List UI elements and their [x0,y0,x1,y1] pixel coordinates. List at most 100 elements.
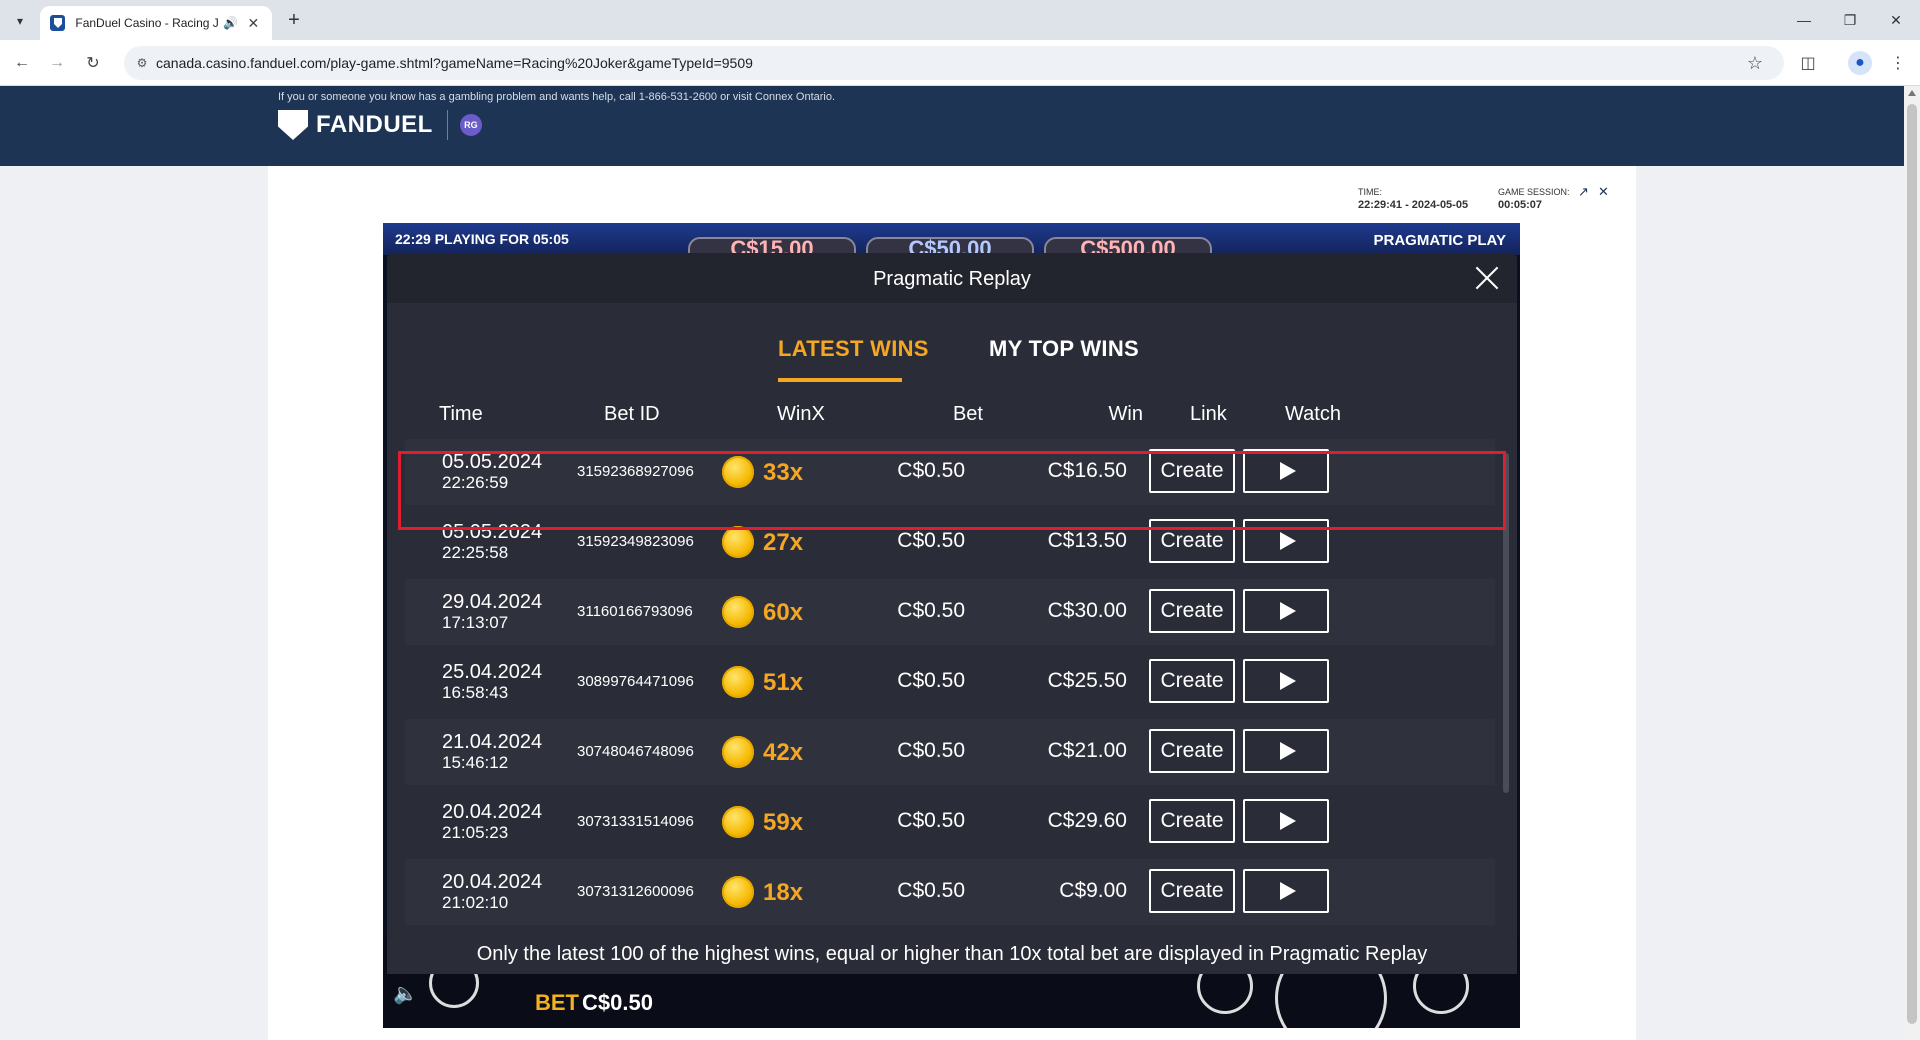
forward-arrow-icon[interactable]: → [45,51,69,75]
row-bet: C$0.50 [897,529,965,552]
row-time: 17:13:07 [442,613,509,632]
create-link-button[interactable]: Create [1149,869,1235,913]
watch-replay-button[interactable] [1243,869,1329,913]
create-link-button[interactable]: Create [1149,589,1235,633]
column-bet-id: Bet ID [604,403,660,425]
window-close-icon[interactable]: ✕ [1876,6,1916,34]
create-link-button[interactable]: Create [1149,449,1235,493]
site-info-icon[interactable]: ⚙ [132,53,152,73]
minimize-icon[interactable]: — [1784,6,1824,34]
coin-icon [722,596,754,628]
row-time: 21:02:10 [442,893,509,912]
play-icon [1279,882,1296,900]
game-session: GAME SESSION: 00:05:07 [1498,186,1570,212]
close-game-icon[interactable]: ✕ [1598,184,1609,200]
row-win: C$16.50 [1047,459,1127,482]
watch-replay-button[interactable] [1243,729,1329,773]
game-session-value: 00:05:07 [1498,199,1543,211]
active-tab-indicator [778,378,902,382]
row-winx: 51x [763,669,804,696]
close-tab-icon[interactable]: ✕ [245,15,262,32]
new-tab-plus-icon[interactable]: + [282,9,306,33]
page-scrollbar[interactable] [1904,86,1920,1040]
scroll-up-arrow-icon[interactable] [1908,90,1916,96]
restore-icon[interactable]: ❐ [1830,6,1870,34]
table-row: 21.04.2024 15:46:12 30748046748096 42x C… [405,719,1495,785]
scroll-thumb[interactable] [1907,104,1917,1024]
row-bet: C$0.50 [897,739,965,762]
tab-search-chevron-icon[interactable]: ▾ [8,9,32,33]
row-bet: C$0.50 [897,459,965,482]
row-bet: C$0.50 [897,669,965,692]
session-time: TIME: 22:29:41 - 2024-05-05 [1358,186,1468,212]
bookmark-star-icon[interactable]: ☆ [1744,52,1766,74]
watch-replay-button[interactable] [1243,589,1329,633]
create-link-button[interactable]: Create [1149,659,1235,703]
row-winx: 42x [763,739,804,766]
extensions-puzzle-icon[interactable]: ◫ [1796,51,1820,75]
watch-replay-button[interactable] [1243,659,1329,703]
sound-icon[interactable]: 🔈 [393,981,418,1006]
row-bet-id: 30731312600096 [577,883,694,900]
coin-icon [722,876,754,908]
row-bet: C$0.50 [897,809,965,832]
create-link-button[interactable]: Create [1149,799,1235,843]
column-watch: Watch [1285,403,1341,425]
row-bet-id: 30899764471096 [577,673,694,690]
watch-replay-button[interactable] [1243,519,1329,563]
back-arrow-icon[interactable]: ← [10,51,34,75]
row-date: 05.05.2024 [442,451,543,473]
browser-menu-kebab-icon[interactable]: ⋮ [1886,51,1910,75]
speaker-icon[interactable]: 🔊 [223,16,240,30]
play-icon [1279,462,1296,480]
url-text[interactable]: canada.casino.fanduel.com/play-game.shtm… [156,55,753,71]
fanduel-logo[interactable]: FANDUEL RG [278,110,482,140]
tab-my-top-wins[interactable]: MY TOP WINS [989,336,1139,362]
bet-label: BET [535,990,579,1015]
table-row: 05.05.2024 22:26:59 31592368927096 33x C… [405,439,1495,505]
tab-latest-wins[interactable]: LATEST WINS [778,336,929,362]
row-date: 25.04.2024 [442,661,543,683]
create-link-button[interactable]: Create [1149,519,1235,563]
reload-icon[interactable]: ↻ [81,51,105,75]
game-session-label: GAME SESSION: [1498,187,1570,197]
address-bar[interactable]: ⚙ canada.casino.fanduel.com/play-game.sh… [124,46,1784,80]
coin-icon [722,526,754,558]
play-icon [1279,812,1296,830]
pragmatic-replay-modal: Pragmatic Replay LATEST WINS MY TOP WINS… [387,253,1517,974]
rg-badge[interactable]: RG [459,114,482,136]
replay-footer-note: Only the latest 100 of the highest wins,… [476,943,1428,965]
fanduel-header: If you or someone you know has a gamblin… [0,86,1904,166]
row-winx: 60x [763,599,804,626]
browser-tab-active[interactable]: FanDuel Casino - Racing Joker 🔊 ✕ [40,6,272,40]
row-win: C$30.00 [1047,599,1127,622]
modal-title-bar: Pragmatic Replay [387,253,1517,303]
play-icon [1279,672,1296,690]
profile-avatar-icon[interactable]: ● [1848,51,1872,75]
play-timer: 22:29 PLAYING FOR 05:05 [395,231,569,247]
expand-icon[interactable]: ↗ [1578,184,1589,200]
table-row: 29.04.2024 17:13:07 31160166793096 60x C… [405,579,1495,645]
brand-name: FANDUEL [316,111,433,138]
column-bet: Bet [952,403,983,425]
watch-replay-button[interactable] [1243,799,1329,843]
bet-value: C$0.50 [582,990,653,1015]
row-bet-id: 30731331514096 [577,813,694,830]
browser-toolbar: ← → ↻ ⚙ canada.casino.fanduel.com/play-g… [0,40,1920,86]
coin-icon [722,806,754,838]
row-date: 20.04.2024 [442,801,543,823]
column-win: Win [1108,403,1143,425]
coin-icon [722,736,754,768]
row-winx: 18x [763,879,804,906]
row-win: C$25.50 [1047,669,1127,692]
table-scrollbar[interactable] [1503,453,1509,793]
modal-close-icon[interactable] [1472,263,1502,293]
row-bet-id: 31160166793096 [577,603,693,620]
watch-replay-button[interactable] [1243,449,1329,493]
create-link-button[interactable]: Create [1149,729,1235,773]
row-bet-id: 30748046748096 [577,743,694,760]
row-date: 29.04.2024 [442,591,543,613]
table-row: 05.05.2024 22:25:58 31592349823096 27x C… [405,509,1495,575]
column-link: Link [1190,403,1227,425]
time-label: TIME: [1358,187,1382,197]
